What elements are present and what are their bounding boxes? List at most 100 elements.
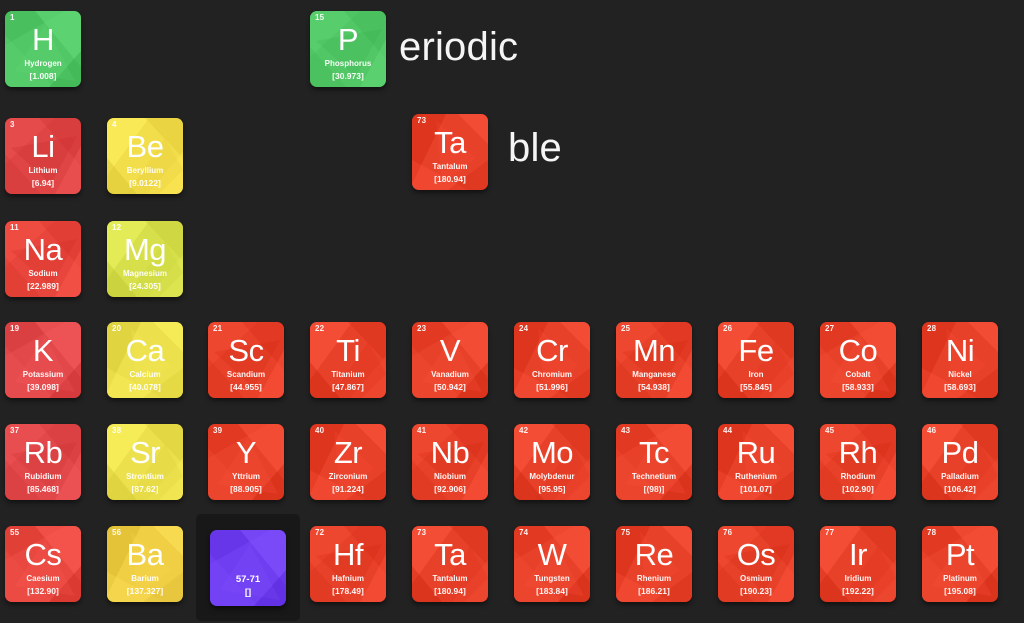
- element-name: Osmium: [739, 574, 772, 583]
- element-tile-hf-72[interactable]: 72 Hf Hafnium [178.49]: [310, 526, 386, 602]
- element-name: Chromium: [532, 370, 572, 379]
- element-tile-be-4[interactable]: 4 Be Beryllium [9.0122]: [107, 118, 183, 194]
- atomic-mass: [92.906]: [434, 484, 466, 494]
- element-tile-k-19[interactable]: 19 K Potassium [39.098]: [5, 322, 81, 398]
- element-tile-mo-42[interactable]: 42 Mo Molybdenur [95.95]: [514, 424, 590, 500]
- element-name: Cobalt: [845, 370, 871, 379]
- element-symbol: Ta: [434, 125, 466, 160]
- atomic-mass: [186.21]: [638, 586, 670, 596]
- element-tile-nb-41[interactable]: 41 Nb Niobium [92.906]: [412, 424, 488, 500]
- element-tile-w-74[interactable]: 74 W Tungsten [183.84]: [514, 526, 590, 602]
- element-name: Titanium: [331, 370, 365, 379]
- atomic-mass: [50.942]: [434, 382, 466, 392]
- element-name: Rubidium: [24, 472, 62, 481]
- element-tile-pd-46[interactable]: 46 Pd Palladium [106.42]: [922, 424, 998, 500]
- element-name: Potassium: [22, 370, 64, 379]
- element-tile-tc-43[interactable]: 43 Tc Technetium [(98)]: [616, 424, 692, 500]
- element-name: Tantalum: [432, 574, 468, 583]
- element-tile-ni-28[interactable]: 28 Ni Nickel [58.693]: [922, 322, 998, 398]
- element-symbol: Pt: [945, 537, 975, 572]
- atomic-mass: [47.867]: [332, 382, 364, 392]
- atomic-mass: [24.305]: [129, 281, 161, 291]
- element-tile-os-76[interactable]: 76 Os Osmium [190.23]: [718, 526, 794, 602]
- element-symbol: Li: [31, 129, 55, 164]
- element-tile-ba-56[interactable]: 56 Ba Barium [137.327]: [107, 526, 183, 602]
- atomic-mass: [88.905]: [230, 484, 262, 494]
- lanthanide-placeholder-tile[interactable]: 57-71 []: [210, 530, 286, 606]
- element-symbol: Rh: [838, 435, 878, 470]
- element-name: Zirconium: [328, 472, 368, 481]
- atomic-mass: []: [244, 587, 252, 598]
- element-symbol: Ti: [336, 333, 360, 368]
- element-tile-y-39[interactable]: 39 Y Yttrium [88.905]: [208, 424, 284, 500]
- element-tile-ir-77[interactable]: 77 Ir Iridium [192.22]: [820, 526, 896, 602]
- element-tile-fe-26[interactable]: 26 Fe Iron [55.845]: [718, 322, 794, 398]
- title-fragment-periodic: eriodic: [399, 25, 519, 69]
- atomic-mass: [95.95]: [538, 484, 566, 494]
- element-symbol: Ir: [849, 537, 867, 572]
- element-symbol: Hf: [333, 537, 364, 572]
- element-tile-co-27[interactable]: 27 Co Cobalt [58.933]: [820, 322, 896, 398]
- atomic-mass: [180.94]: [434, 174, 466, 184]
- element-symbol: Pd: [941, 435, 979, 470]
- element-symbol: P: [337, 22, 359, 57]
- element-tile-mn-25[interactable]: 25 Mn Manganese [54.938]: [616, 322, 692, 398]
- atomic-mass: [30.973]: [332, 71, 364, 81]
- element-tile-ca-20[interactable]: 20 Ca Calcium [40.078]: [107, 322, 183, 398]
- element-tile-ta-73[interactable]: 73 Ta Tantalum [180.94]: [412, 114, 488, 190]
- element-symbol: Sc: [228, 333, 264, 368]
- atomic-mass: [102.90]: [842, 484, 874, 494]
- element-symbol: Cr: [536, 333, 568, 368]
- element-name: Caesium: [26, 574, 60, 583]
- atomic-mass: [178.49]: [332, 586, 364, 596]
- element-tile-cs-55[interactable]: 55 Cs Caesium [132.90]: [5, 526, 81, 602]
- element-symbol: Sr: [130, 435, 161, 470]
- element-tile-mg-12[interactable]: 12 Mg Magnesium [24.305]: [107, 221, 183, 297]
- atomic-mass: [180.94]: [434, 586, 466, 596]
- element-tile-zr-40[interactable]: 40 Zr Zirconium [91.224]: [310, 424, 386, 500]
- atomic-mass: [(98)]: [643, 484, 665, 494]
- element-tile-h-1[interactable]: 1 H Hydrogen [1.008]: [5, 11, 81, 87]
- element-tile-ti-22[interactable]: 22 Ti Titanium [47.867]: [310, 322, 386, 398]
- element-symbol: V: [439, 333, 461, 368]
- atomic-mass: [6.94]: [31, 178, 55, 188]
- element-tile-sr-38[interactable]: 38 Sr Strontium [87.62]: [107, 424, 183, 500]
- element-symbol: Mn: [632, 333, 676, 368]
- element-tile-p-15[interactable]: 15 P Phosphorus [30.973]: [310, 11, 386, 87]
- element-tile-ta-73[interactable]: 73 Ta Tantalum [180.94]: [412, 526, 488, 602]
- element-name: Magnesium: [122, 269, 167, 278]
- lanthanide-placeholder-cell[interactable]: 57-71 []: [196, 514, 300, 621]
- periodic-table-page: 1 H Hydrogen [1.008] 15 P Phosphorus [30.973] …: [0, 0, 1024, 623]
- element-name: Sodium: [28, 269, 58, 278]
- element-name: Palladium: [941, 472, 979, 481]
- atomic-mass: [44.955]: [230, 382, 262, 392]
- element-tile-sc-21[interactable]: 21 Sc Scandium [44.955]: [208, 322, 284, 398]
- element-name: Molybdenur: [529, 472, 575, 481]
- element-symbol: Mg: [123, 232, 167, 267]
- element-name: Scandium: [226, 370, 266, 379]
- element-tile-re-75[interactable]: 75 Re Rhenium [186.21]: [616, 526, 692, 602]
- element-tile-pt-78[interactable]: 78 Pt Platinum [195.08]: [922, 526, 998, 602]
- atomic-mass: [1.008]: [29, 71, 57, 81]
- atomic-mass: [87.62]: [131, 484, 159, 494]
- element-symbol: Ba: [126, 537, 164, 572]
- atomic-mass: [192.22]: [842, 586, 874, 596]
- element-symbol: Zr: [333, 435, 363, 470]
- element-symbol: K: [32, 333, 54, 368]
- atomic-mass: [22.989]: [27, 281, 59, 291]
- element-name: Niobium: [434, 472, 466, 481]
- atomic-mass: [85.468]: [27, 484, 59, 494]
- element-tile-na-11[interactable]: 11 Na Sodium [22.989]: [5, 221, 81, 297]
- element-tile-li-3[interactable]: 3 Li Lithium [6.94]: [5, 118, 81, 194]
- element-tile-v-23[interactable]: 23 V Vanadium [50.942]: [412, 322, 488, 398]
- element-tile-cr-24[interactable]: 24 Cr Chromium [51.996]: [514, 322, 590, 398]
- element-tile-ru-44[interactable]: 44 Ru Ruthenium [101.07]: [718, 424, 794, 500]
- atomic-mass: [55.845]: [740, 382, 772, 392]
- element-name: Hydrogen: [24, 59, 62, 68]
- atomic-mass: [58.693]: [944, 382, 976, 392]
- element-tile-rh-45[interactable]: 45 Rh Rhodium [102.90]: [820, 424, 896, 500]
- element-name: Lithium: [28, 166, 58, 175]
- atomic-mass: [9.0122]: [129, 178, 161, 188]
- element-name: Vanadium: [431, 370, 469, 379]
- element-tile-rb-37[interactable]: 37 Rb Rubidium [85.468]: [5, 424, 81, 500]
